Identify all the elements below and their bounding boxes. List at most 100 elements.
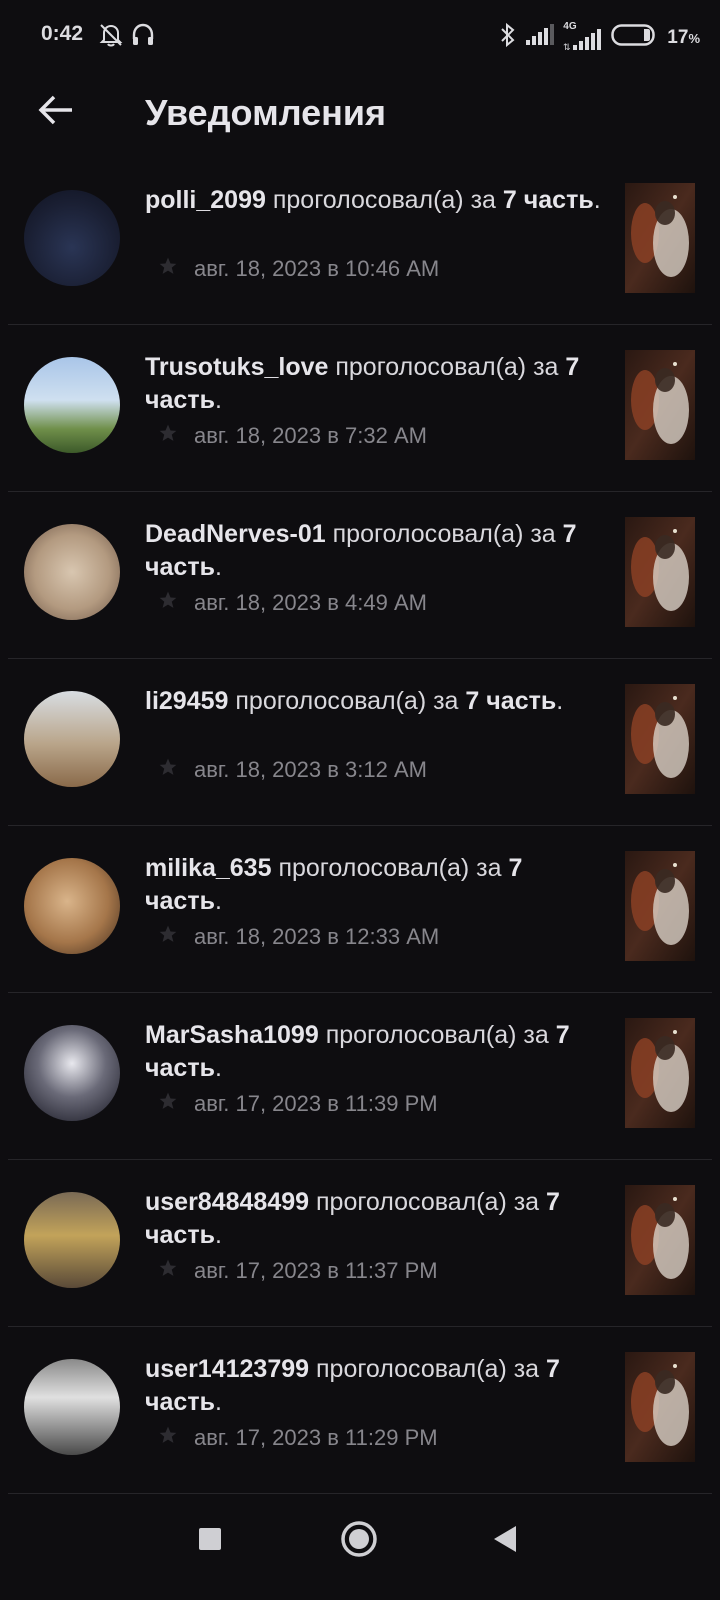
battery-icon (611, 23, 659, 52)
period: . (556, 687, 564, 715)
timestamp: авг. 18, 2023 в 4:49 AM (194, 590, 427, 615)
notification-text: Trusotuks_love проголосовал(а) за 7 част… (145, 351, 605, 417)
notification-row[interactable]: Trusotuks_love проголосовал(а) за 7 част… (8, 325, 712, 492)
notification-text: MarSasha1099 проголосовал(а) за 7 часть. (145, 1019, 605, 1085)
bluetooth-icon (499, 22, 517, 53)
period: . (214, 1388, 222, 1416)
status-bar: 0:42 4G ⇅ 17% (0, 0, 720, 70)
star-icon (158, 1258, 178, 1284)
timestamp: авг. 18, 2023 в 3:12 AM (194, 757, 427, 782)
timestamp: авг. 17, 2023 в 11:29 PM (194, 1425, 438, 1450)
story-cover-thumbnail[interactable] (625, 1352, 695, 1462)
notification-text: user14123799 проголосовал(а) за 7 часть. (145, 1353, 605, 1419)
notification-meta: авг. 18, 2023 в 4:49 AM (158, 590, 427, 616)
triangle-back-icon (492, 1526, 518, 1558)
avatar[interactable] (24, 858, 120, 954)
story-cover-thumbnail[interactable] (625, 1185, 695, 1295)
action-text: проголосовал(а) за (272, 186, 496, 214)
notification-text: DeadNerves-01 проголосовал(а) за 7 часть… (145, 518, 605, 584)
notification-meta: авг. 17, 2023 в 11:39 PM (158, 1091, 438, 1117)
action-text: проголосовал(а) за (235, 687, 459, 715)
period: . (214, 1054, 222, 1082)
star-icon (158, 924, 178, 950)
notification-row[interactable]: li29459 проголосовал(а) за 7 часть. авг.… (8, 659, 712, 826)
part-label: 7 часть (502, 186, 594, 214)
timestamp: авг. 17, 2023 в 11:39 PM (194, 1091, 438, 1116)
period: . (214, 887, 222, 915)
avatar[interactable] (24, 691, 120, 787)
notification-meta: авг. 18, 2023 в 10:46 AM (158, 256, 439, 282)
period: . (214, 386, 222, 414)
circle-icon (340, 1521, 378, 1562)
username[interactable]: user84848499 (145, 1188, 309, 1216)
part-label: 7 часть (465, 687, 557, 715)
notification-meta: авг. 17, 2023 в 11:37 PM (158, 1258, 438, 1284)
mute-bell-icon (98, 22, 124, 53)
system-nav-bar (0, 1490, 720, 1600)
action-text: проголосовал(а) за (335, 353, 559, 381)
username[interactable]: DeadNerves-01 (145, 520, 326, 548)
star-icon (158, 256, 178, 282)
notification-list: polli_2099 проголосовал(а) за 7 часть. а… (0, 158, 720, 1494)
star-icon (158, 423, 178, 449)
avatar[interactable] (24, 190, 120, 286)
app-bar: Уведомления (0, 70, 720, 158)
period: . (214, 553, 222, 581)
notification-meta: авг. 17, 2023 в 11:29 PM (158, 1425, 438, 1451)
action-text: проголосовал(а) за (325, 1021, 549, 1049)
username[interactable]: polli_2099 (145, 186, 266, 214)
notification-row[interactable]: user14123799 проголосовал(а) за 7 часть.… (8, 1327, 712, 1494)
story-cover-thumbnail[interactable] (625, 517, 695, 627)
star-icon (158, 1091, 178, 1117)
action-text: проголосовал(а) за (316, 1188, 540, 1216)
star-icon (158, 757, 178, 783)
notification-text: polli_2099 проголосовал(а) за 7 часть. (145, 184, 605, 217)
timestamp: авг. 18, 2023 в 7:32 AM (194, 423, 427, 448)
notification-row[interactable]: MarSasha1099 проголосовал(а) за 7 часть.… (8, 993, 712, 1160)
page-title: Уведомления (145, 92, 386, 133)
period: . (593, 186, 601, 214)
notification-row[interactable]: user84848499 проголосовал(а) за 7 часть.… (8, 1160, 712, 1327)
battery-percent: 17% (667, 26, 700, 48)
star-icon (158, 590, 178, 616)
nav-back-button[interactable] (492, 1524, 518, 1559)
avatar[interactable] (24, 524, 120, 620)
timestamp: авг. 17, 2023 в 11:37 PM (194, 1258, 438, 1283)
notification-row[interactable]: DeadNerves-01 проголосовал(а) за 7 часть… (8, 492, 712, 659)
back-arrow-icon (37, 94, 75, 131)
square-icon (197, 1528, 223, 1556)
avatar[interactable] (24, 1025, 120, 1121)
signal-icon (525, 24, 555, 51)
headphones-icon (130, 22, 156, 53)
story-cover-thumbnail[interactable] (625, 183, 695, 293)
username[interactable]: milika_635 (145, 854, 272, 882)
username[interactable]: user14123799 (145, 1355, 309, 1383)
notification-text: milika_635 проголосовал(а) за 7 часть. (145, 852, 605, 918)
story-cover-thumbnail[interactable] (625, 350, 695, 460)
back-button[interactable] (30, 86, 82, 138)
recents-button[interactable] (197, 1526, 223, 1557)
action-text: проголосовал(а) за (278, 854, 502, 882)
avatar[interactable] (24, 1192, 120, 1288)
story-cover-thumbnail[interactable] (625, 851, 695, 961)
action-text: проголосовал(а) за (316, 1355, 540, 1383)
avatar[interactable] (24, 1359, 120, 1455)
notification-meta: авг. 18, 2023 в 3:12 AM (158, 757, 427, 783)
notification-row[interactable]: milika_635 проголосовал(а) за 7 часть. а… (8, 826, 712, 993)
notification-meta: авг. 18, 2023 в 12:33 AM (158, 924, 439, 950)
notification-meta: авг. 18, 2023 в 7:32 AM (158, 423, 427, 449)
username[interactable]: MarSasha1099 (145, 1021, 319, 1049)
notification-text: li29459 проголосовал(а) за 7 часть. (145, 685, 605, 718)
username[interactable]: Trusotuks_love (145, 353, 328, 381)
avatar[interactable] (24, 357, 120, 453)
svg-text:⇅: ⇅ (563, 42, 571, 51)
star-icon (158, 1425, 178, 1451)
story-cover-thumbnail[interactable] (625, 684, 695, 794)
timestamp: авг. 18, 2023 в 10:46 AM (194, 256, 440, 281)
notification-row[interactable]: polli_2099 проголосовал(а) за 7 часть. а… (8, 158, 712, 325)
username[interactable]: li29459 (145, 687, 228, 715)
timestamp: авг. 18, 2023 в 12:33 AM (194, 924, 440, 949)
home-button[interactable] (340, 1520, 378, 1563)
period: . (214, 1221, 222, 1249)
story-cover-thumbnail[interactable] (625, 1018, 695, 1128)
